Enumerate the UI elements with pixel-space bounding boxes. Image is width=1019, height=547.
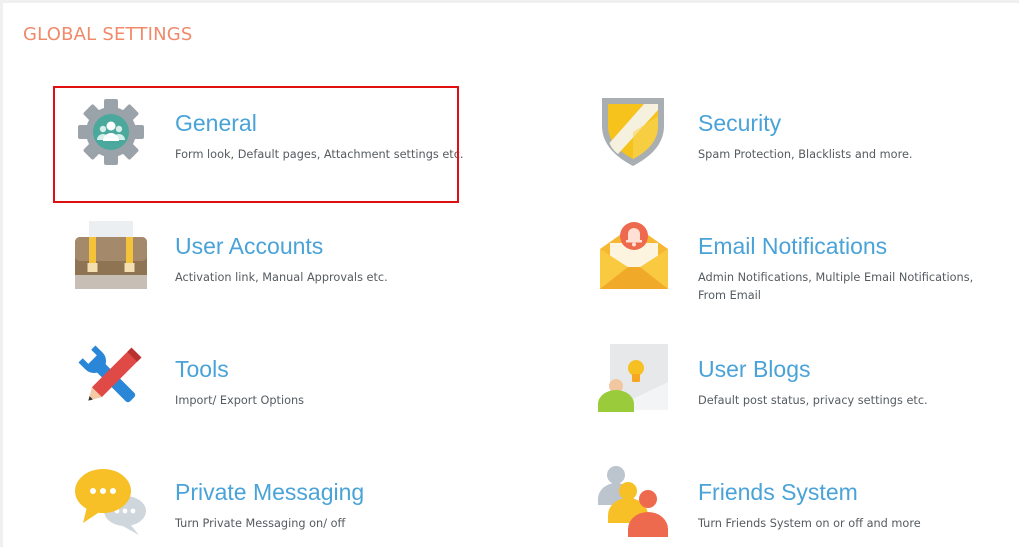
shield-icon: [598, 96, 670, 168]
blog-user-icon: [598, 342, 670, 414]
item-description: Turn Friends System on or off and more: [698, 517, 921, 530]
friends-icon: [598, 465, 670, 537]
item-title: Private Messaging: [175, 479, 365, 505]
item-description: Default post status, privacy settings et…: [698, 394, 928, 407]
item-title: Email Notifications: [698, 233, 888, 259]
item-title: Security: [698, 110, 782, 136]
envelope-bell-icon: [598, 219, 670, 291]
item-description: Form look, Default pages, Attachment set…: [175, 148, 464, 161]
chat-bubbles-icon: [75, 465, 147, 537]
tools-icon: [75, 342, 147, 414]
briefcase-icon: [75, 219, 147, 291]
gear-icon: [75, 96, 147, 168]
page-title: GLOBAL SETTINGS: [23, 24, 193, 45]
item-title: Tools: [175, 356, 229, 382]
item-description: Import/ Export Options: [175, 394, 305, 407]
item-description: Admin Notifications, Multiple Email Noti…: [698, 271, 974, 302]
item-title: User Accounts: [175, 233, 324, 259]
item-title: Friends System: [698, 479, 858, 505]
item-title: General: [175, 110, 257, 136]
item-description: Spam Protection, Blacklists and more.: [698, 148, 913, 161]
item-title: User Blogs: [698, 356, 811, 382]
item-description: Activation link, Manual Approvals etc.: [175, 271, 388, 284]
item-description: Turn Private Messaging on/ off: [175, 517, 346, 530]
